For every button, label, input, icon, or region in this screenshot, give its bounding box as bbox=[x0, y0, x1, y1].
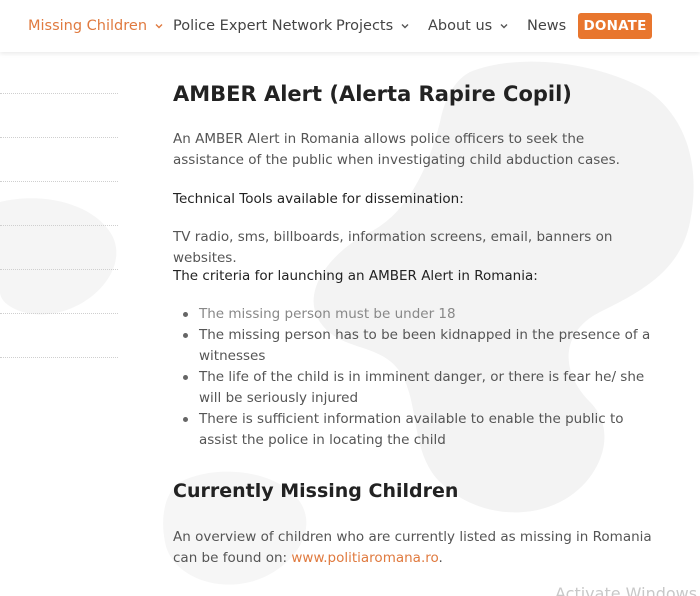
sidebar-item[interactable] bbox=[0, 225, 118, 226]
criteria-list: The missing person must be under 18 The … bbox=[183, 304, 654, 451]
top-navigation: Missing Children Police Expert Network P… bbox=[0, 0, 700, 52]
sidebar-item[interactable] bbox=[0, 137, 118, 138]
chevron-down-icon bbox=[499, 21, 509, 31]
tools-heading: Technical Tools available for disseminat… bbox=[173, 191, 464, 207]
sidebar-item[interactable] bbox=[0, 269, 118, 270]
nav-missing-children[interactable]: Missing Children bbox=[28, 0, 164, 52]
nav-police-expert-network[interactable]: Police Expert Network bbox=[173, 0, 332, 52]
overview-suffix: . bbox=[438, 550, 443, 566]
donate-button[interactable]: DONATE bbox=[578, 13, 652, 39]
criteria-heading: The criteria for launching an AMBER Aler… bbox=[173, 268, 538, 284]
overview-paragraph: An overview of children who are currentl… bbox=[173, 527, 653, 569]
list-item: The life of the child is in imminent dan… bbox=[183, 367, 654, 409]
nav-missing-children-label: Missing Children bbox=[28, 18, 148, 34]
page-title: AMBER Alert (Alerta Rapire Copil) bbox=[173, 82, 572, 106]
intro-paragraph: An AMBER Alert in Romania allows police … bbox=[173, 131, 620, 168]
sidebar-item[interactable] bbox=[0, 93, 118, 94]
nav-news[interactable]: News bbox=[527, 0, 566, 52]
nav-projects[interactable]: Projects bbox=[336, 0, 410, 52]
sidebar-item[interactable] bbox=[0, 357, 118, 358]
sidebar-item[interactable] bbox=[0, 181, 118, 182]
nav-projects-label: Projects bbox=[336, 18, 394, 34]
politiaromana-link[interactable]: www.politiaromana.ro bbox=[291, 550, 438, 566]
nav-about-us-label: About us bbox=[428, 18, 493, 34]
sidebar-item[interactable] bbox=[0, 313, 118, 314]
chevron-down-icon bbox=[400, 21, 410, 31]
list-item: The missing person must be under 18 bbox=[183, 304, 654, 325]
nav-police-expert-network-label: Police Expert Network bbox=[173, 18, 333, 34]
activate-windows-watermark: Activate Windows bbox=[555, 584, 698, 596]
list-item: The missing person has to be been kidnap… bbox=[183, 325, 654, 367]
sidebar-menu bbox=[0, 52, 120, 596]
section-title: Currently Missing Children bbox=[173, 480, 459, 502]
nav-news-label: News bbox=[527, 18, 567, 34]
chevron-down-icon bbox=[154, 21, 164, 31]
tools-paragraph: TV radio, sms, billboards, information s… bbox=[173, 229, 613, 266]
nav-about-us[interactable]: About us bbox=[428, 0, 509, 52]
list-item: There is sufficient information availabl… bbox=[183, 409, 654, 451]
